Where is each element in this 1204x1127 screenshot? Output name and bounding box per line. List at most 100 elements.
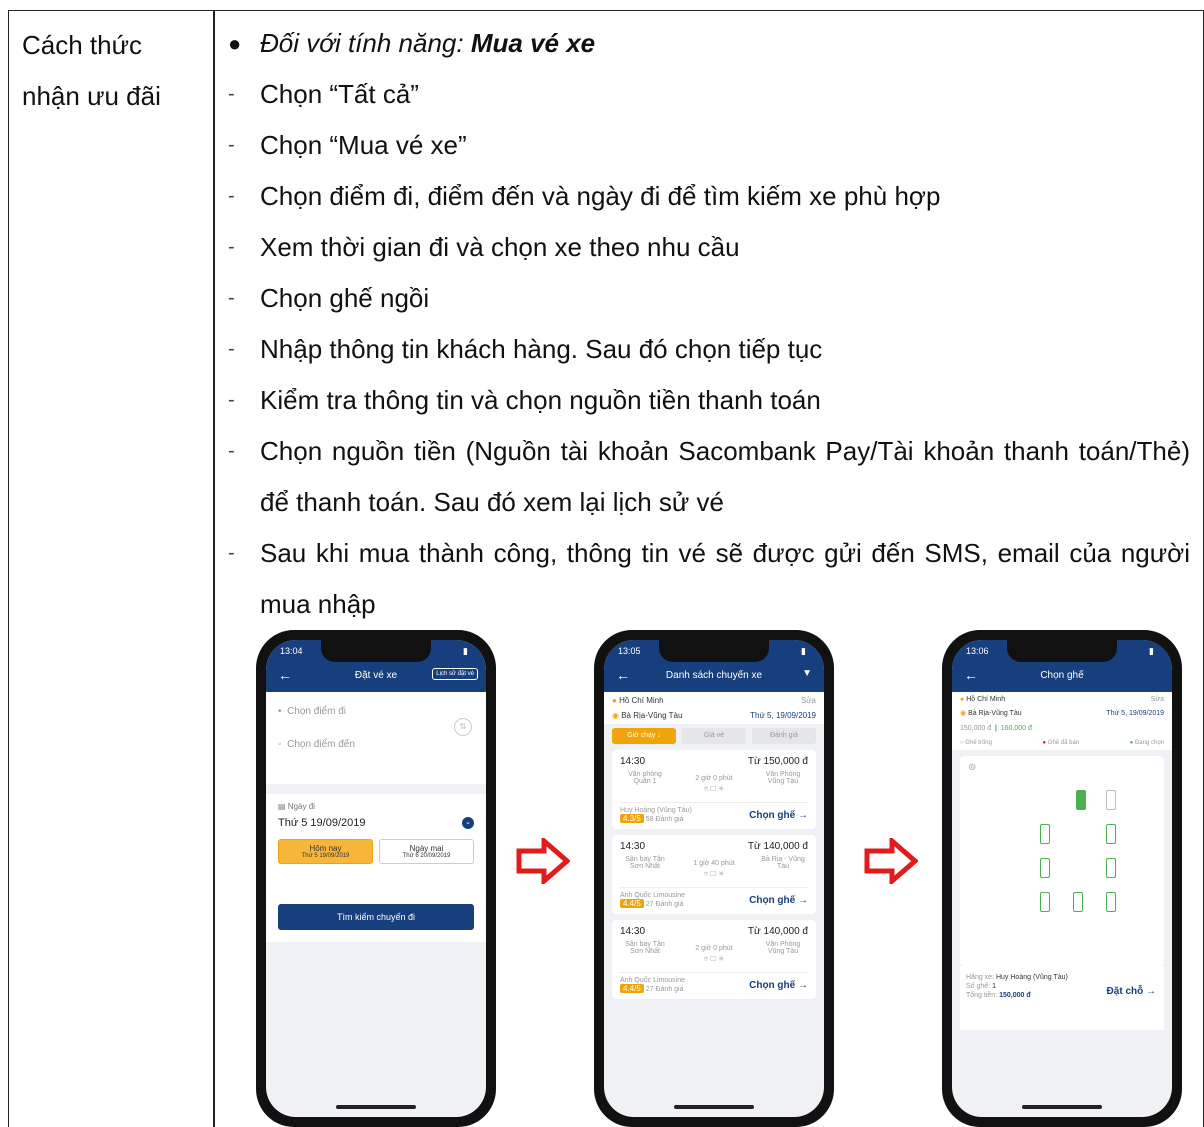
trip-price: Từ 140,000 đ <box>747 926 808 937</box>
step-item: - Sau khi mua thành công, thông tin vé sẽ… <box>228 528 1190 630</box>
trip-origin: Sân bay Tân Sơn Nhất <box>625 941 665 955</box>
dash-icon: - <box>228 185 235 207</box>
step-text: Xem thời gian đi và chọn xe theo nhu cầu <box>260 232 740 262</box>
seat-count-label: Số ghế: <box>966 983 991 990</box>
feature-heading: ● Đối với tính năng: Mua vé xe <box>228 18 1190 69</box>
date-section: ▤ Ngày đi Thứ 5 19/09/2019 ⌄ Hôm nay Thứ … <box>266 794 486 894</box>
select-seat-link[interactable]: Chọn ghế → <box>749 810 808 821</box>
trip-destination: Văn Phòng Vũng Tàu <box>765 771 801 785</box>
price-tier-b[interactable]: 160,000 đ <box>1001 725 1032 732</box>
search-trips-button[interactable]: Tìm kiếm chuyến đi <box>278 904 474 930</box>
from-placeholder: Chọn điểm đi <box>287 706 346 717</box>
trip-card[interactable]: 14:30 Từ 140,000 đ Sân bay Tân Sơn Nhất 1 … <box>612 835 816 914</box>
date-selector[interactable]: Thứ 5 19/09/2019 ⌄ <box>278 817 474 829</box>
trip-time: 14:30 <box>620 841 646 852</box>
dash-icon: - <box>228 236 235 258</box>
seat-empty[interactable] <box>1073 892 1083 912</box>
steering-wheel-icon: ⊚ <box>968 762 977 773</box>
arrow-right-icon <box>516 838 570 884</box>
seat-legend: ○ Ghế trống ● Ghế đã bán ● Đang chọn <box>960 740 1164 746</box>
trip-origin: Văn phòng Quận 1 <box>628 771 662 785</box>
status-time: 13:05 <box>618 646 641 656</box>
trip-card[interactable]: 14:30 Từ 150,000 đ Văn phòng Quận 1 2 giờ … <box>612 750 816 829</box>
seat-empty[interactable] <box>1040 824 1050 844</box>
bullet-icon: ● <box>228 31 242 56</box>
amenity-icons: ⌾ ☐ ✳ <box>703 956 725 963</box>
seat-empty[interactable] <box>1106 892 1116 912</box>
legend-selected: Đang chọn <box>1134 740 1164 746</box>
select-seat-link[interactable]: Chọn ghế → <box>749 980 808 991</box>
trip-time: 14:30 <box>620 926 646 937</box>
origin-dot-icon: ● <box>960 696 965 703</box>
price-tiers: 150,000 đ | 160,000 đ <box>960 725 1032 732</box>
phone-seat-selection: 13:06 ▮ ← Chọn ghế ● Hồ Chí Minh Sửa ◉ Bà… <box>942 630 1182 1127</box>
sort-tab-price[interactable]: Giá vé <box>682 728 746 744</box>
date-label: Ngày đi <box>287 802 315 811</box>
today-date: Thứ 5 19/09/2019 <box>301 853 350 859</box>
edit-route-link[interactable]: Sửa <box>1151 696 1164 703</box>
seat-empty[interactable] <box>1106 790 1116 810</box>
heading-prefix: Đối với tính năng: <box>260 28 471 58</box>
seat-count: 1 <box>992 983 996 990</box>
trip-card[interactable]: 14:30 Từ 140,000 đ Sân bay Tân Sơn Nhất 2 … <box>612 920 816 999</box>
phone-screen: 13:06 ▮ ← Chọn ghế ● Hồ Chí Minh Sửa ◉ Bà… <box>952 640 1172 1117</box>
review-count: 27 Đánh giá <box>645 986 684 993</box>
price-tier-a[interactable]: 150,000 đ <box>960 725 991 732</box>
step-text: Chọn “Tất cả” <box>260 79 419 109</box>
step-text: Chọn ghế ngồi <box>260 283 430 313</box>
total-label: Tổng tiền: <box>966 992 998 999</box>
to-field[interactable]: ◦ Chọn điểm đến <box>278 739 474 750</box>
edit-route-link[interactable]: Sửa <box>801 696 816 705</box>
trip-destination: Văn Phòng Vũng Tàu <box>765 941 801 955</box>
travel-date: Thứ 5, 19/09/2019 <box>750 711 816 720</box>
step-text: Sau khi mua thành công, thông tin vé sẽ … <box>260 538 1190 619</box>
empty-seat-legend-icon: ○ <box>960 740 964 746</box>
sort-tabs: Giờ chạy ↓ Giá vé Đánh giá <box>604 724 824 750</box>
screen-title: Danh sách chuyến xe <box>665 670 763 681</box>
quick-date-buttons: Hôm nay Thứ 5 19/09/2019 Ngày mai Thứ 6 20… <box>278 839 474 864</box>
from-field[interactable]: • Chọn điểm đi <box>278 706 474 717</box>
seat-empty[interactable] <box>1106 858 1116 878</box>
sort-tab-departure[interactable]: Giờ chạy ↓ <box>612 728 676 744</box>
swap-icon[interactable]: ⇅ <box>454 718 472 736</box>
amenity-icons: ⌾ ☐ ✳ <box>703 871 725 878</box>
step-text: Kiểm tra thông tin và chọn nguồn tiền th… <box>260 385 821 415</box>
chevron-down-icon[interactable]: ⌄ <box>462 817 474 829</box>
book-seat-button[interactable]: Đặt chỗ → <box>1107 986 1156 997</box>
step-item: - Xem thời gian đi và chọn xe theo nhu cầ… <box>228 222 1190 273</box>
origin-city: Hồ Chí Minh <box>619 696 664 705</box>
selected-seat-legend-icon: ● <box>1129 740 1134 746</box>
seat-empty[interactable] <box>1106 824 1116 844</box>
phone-screen: 13:05 ▮ ← Danh sách chuyến xe ▼ ● Hồ Chí… <box>604 640 824 1117</box>
select-seat-link[interactable]: Chọn ghế → <box>749 895 808 906</box>
home-indicator <box>674 1105 754 1109</box>
filter-icon[interactable]: ▼ <box>802 668 812 679</box>
arrow-right-icon <box>864 838 918 884</box>
tomorrow-date: Thứ 6 20/09/2019 <box>402 853 451 859</box>
trip-operator: Anh Quốc Limousine <box>620 977 685 984</box>
route-summary: ● Hồ Chí Minh Sửa ◉ Bà Rịa-Vũng Tàu Thứ 5,… <box>952 692 1172 750</box>
rating-badge: 4.4/5 <box>620 984 644 993</box>
status-time: 13:04 <box>280 646 303 656</box>
label-line-1: Cách thức <box>22 30 143 60</box>
total-amount: 150,000 đ <box>999 992 1031 999</box>
dash-icon: - <box>228 338 235 360</box>
battery-icon: ▮ <box>801 646 806 656</box>
seat-selected[interactable] <box>1076 790 1086 810</box>
phone-screen: 13:04 ▮ ← Đặt vé xe Lịch sử đặt vé • Chọ… <box>266 640 486 1117</box>
step-item: - Chọn “Tất cả” <box>228 69 1190 120</box>
today-button[interactable]: Hôm nay Thứ 5 19/09/2019 <box>278 839 373 864</box>
tomorrow-button[interactable]: Ngày mai Thứ 6 20/09/2019 <box>379 839 474 864</box>
travel-date: Thứ 5, 19/09/2019 <box>1106 709 1164 717</box>
operator-name: Huy Hoàng (Vũng Tàu) <box>995 974 1068 981</box>
destination-pin-icon: ◉ <box>960 710 967 717</box>
review-count: 58 Đánh giá <box>645 816 684 823</box>
step-item: - Chọn nguồn tiền (Nguồn tài khoản Sacomb… <box>228 426 1190 528</box>
seat-empty[interactable] <box>1040 892 1050 912</box>
trip-price: Từ 140,000 đ <box>747 841 808 852</box>
sort-tab-rating[interactable]: Đánh giá <box>752 728 816 744</box>
seat-empty[interactable] <box>1040 858 1050 878</box>
route-picker: • Chọn điểm đi ⇅ ◦ Chọn điểm đến <box>266 692 486 784</box>
trip-origin: Sân bay Tân Sơn Nhất <box>625 856 665 870</box>
booking-history-button[interactable]: Lịch sử đặt vé <box>432 668 478 680</box>
